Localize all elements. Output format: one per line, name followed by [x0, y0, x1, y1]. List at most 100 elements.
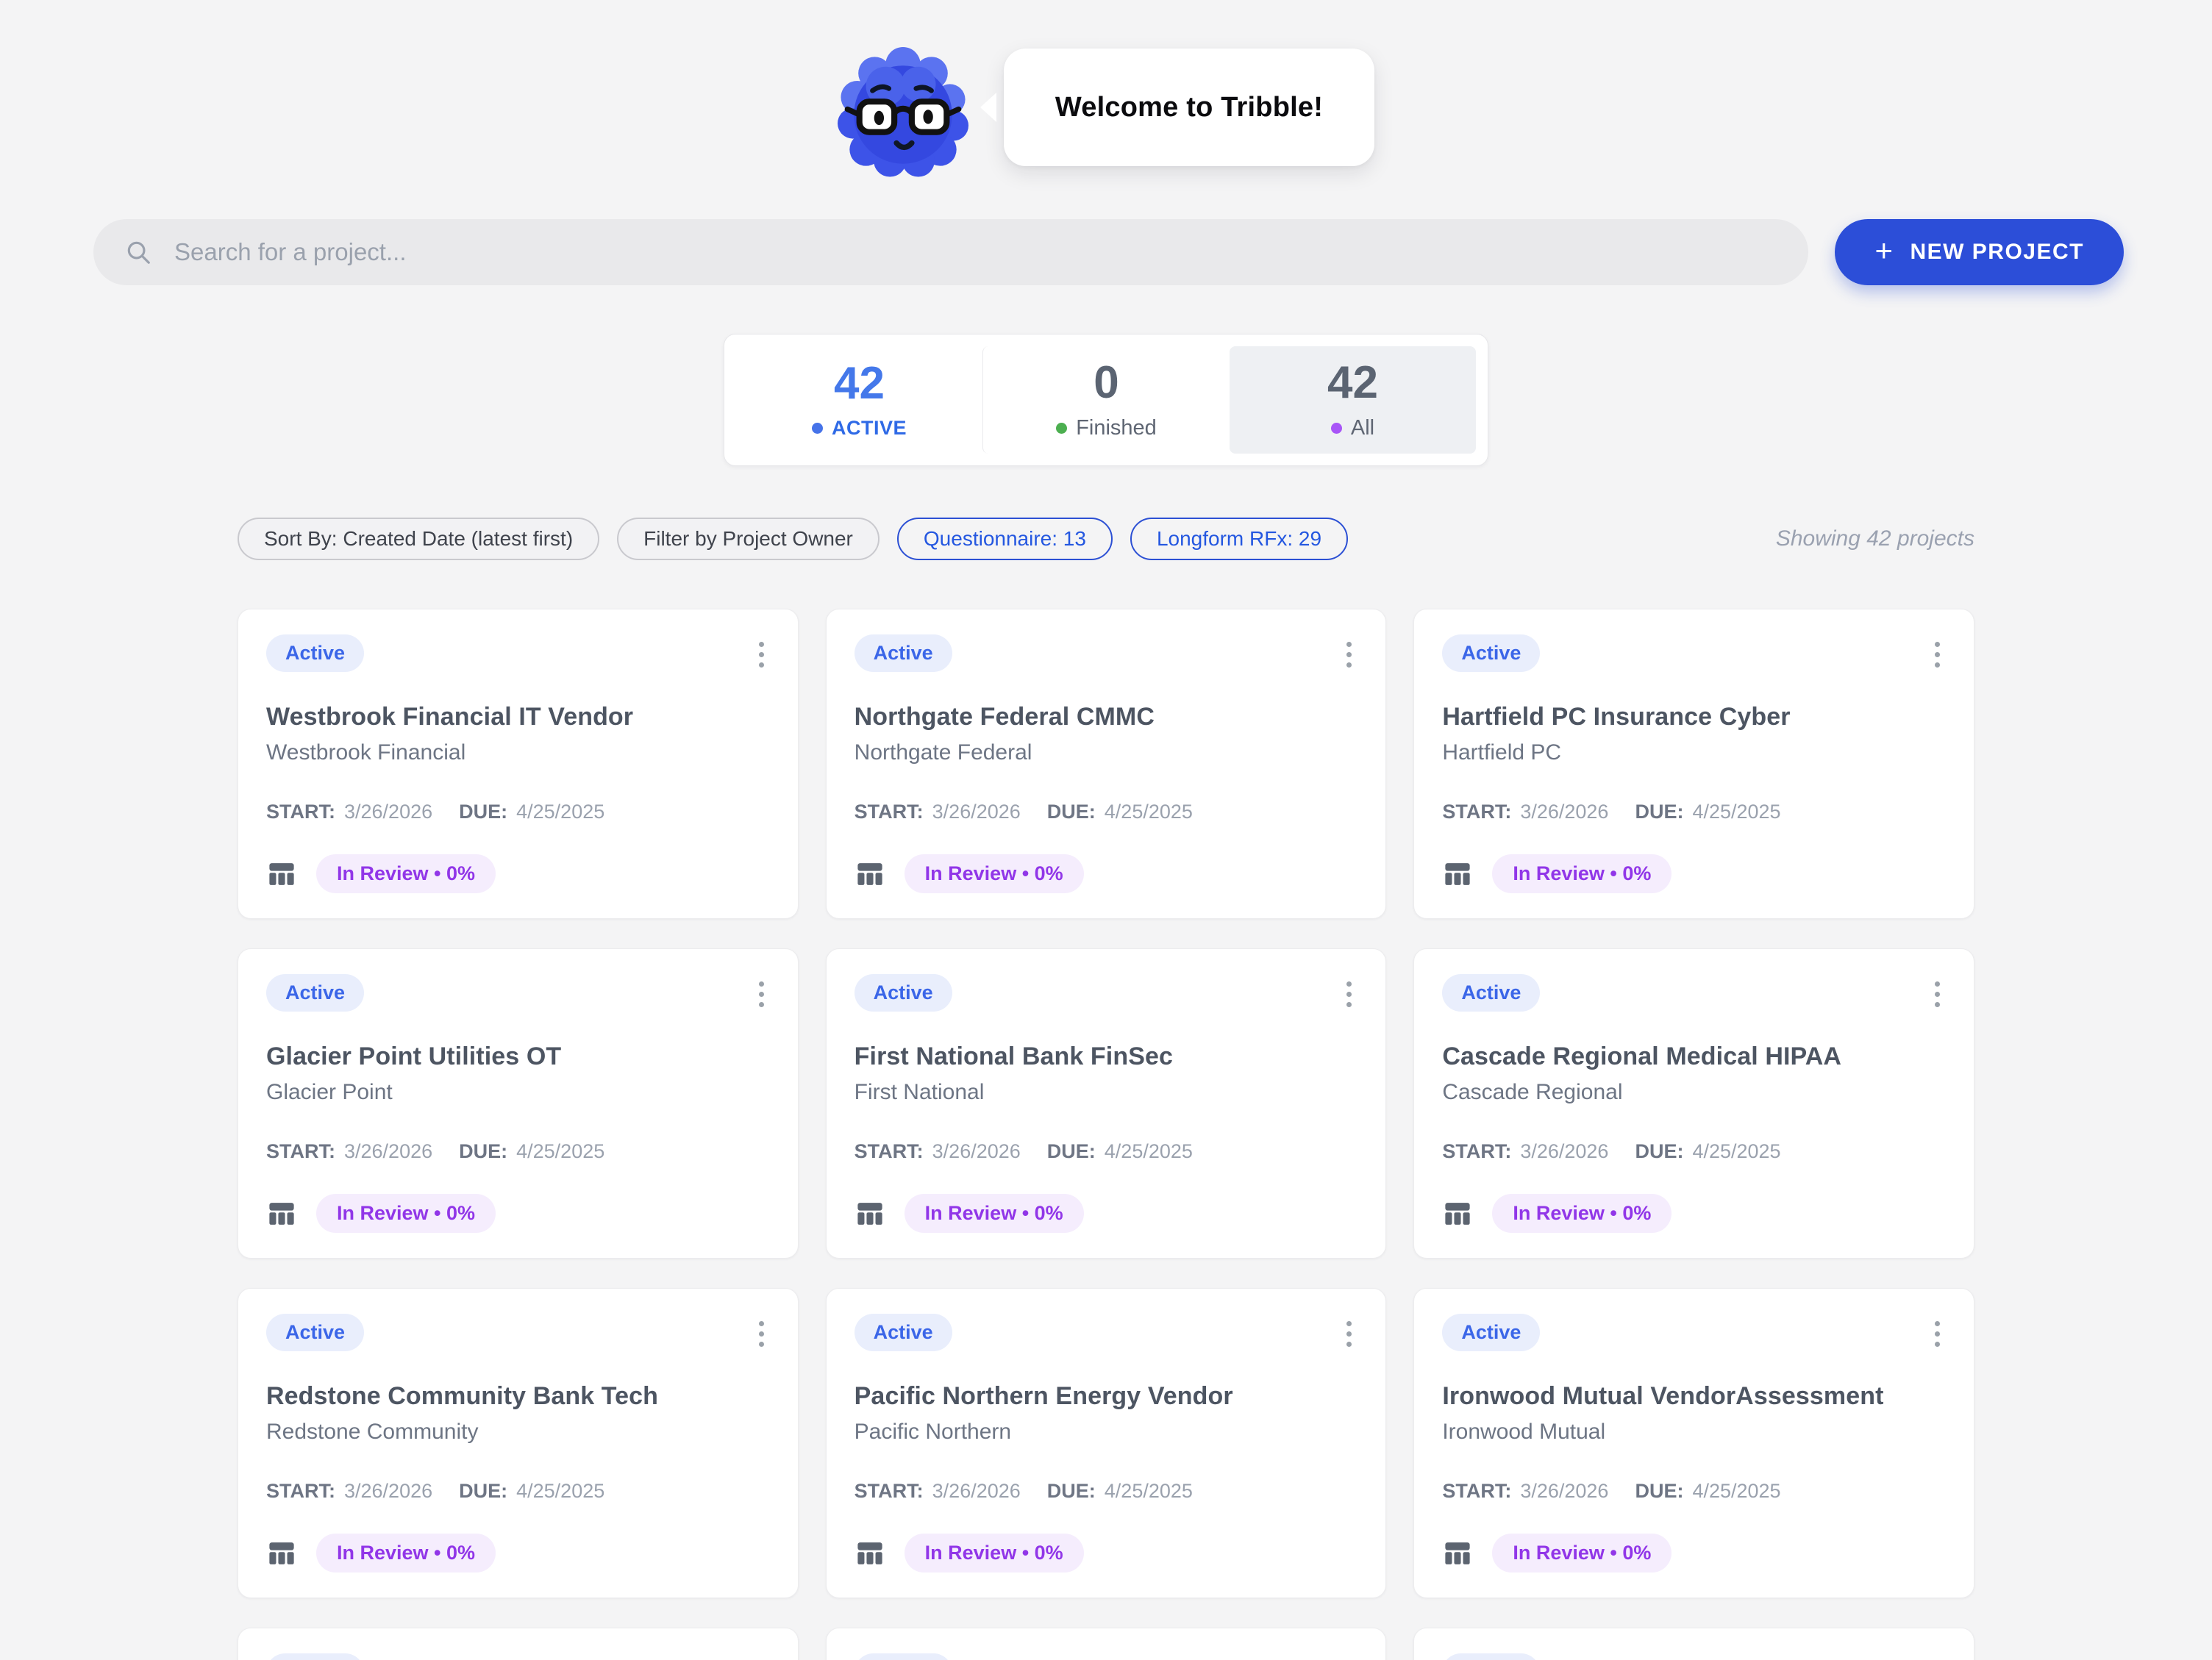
table-columns-icon[interactable]: [1442, 1538, 1473, 1569]
kebab-menu-icon[interactable]: [1929, 1653, 1946, 1660]
project-title: Redstone Community Bank Tech: [266, 1382, 770, 1411]
all-label: All: [1351, 416, 1374, 440]
search-row: + NEW PROJECT: [0, 176, 2212, 285]
project-card[interactable]: Active Granite Summit Capital InvestorDD…: [238, 1628, 799, 1660]
progress-pill: In Review • 0%: [905, 1534, 1084, 1573]
new-project-button[interactable]: + NEW PROJECT: [1835, 219, 2124, 285]
project-subtitle: Cascade Regional: [1442, 1080, 1946, 1105]
project-dates: START: 3/26/2026 DUE: 4/25/2025: [855, 1140, 1358, 1163]
due-date: 4/25/2025: [516, 801, 604, 823]
project-card[interactable]: Active Hartfield PC Insurance Cyber Hart…: [1413, 609, 1974, 919]
project-card[interactable]: Active Cheltenham Asset Management Chelt…: [826, 1628, 1387, 1660]
status-badge: Active: [855, 974, 952, 1012]
start-date: 3/26/2026: [1520, 1140, 1608, 1163]
welcome-speech-bubble: Welcome to Tribble!: [1004, 49, 1374, 166]
search-input[interactable]: [93, 219, 1808, 285]
project-title: Glacier Point Utilities OT: [266, 1042, 770, 1071]
showing-count: Showing 42 projects: [1776, 526, 1974, 551]
due-label: DUE:: [1047, 801, 1096, 823]
project-dates: START: 3/26/2026 DUE: 4/25/2025: [1442, 1480, 1946, 1503]
table-columns-icon[interactable]: [855, 1198, 885, 1229]
stat-finished[interactable]: 0 Finished: [982, 346, 1230, 454]
table-columns-icon[interactable]: [266, 1538, 297, 1569]
new-project-label: NEW PROJECT: [1910, 240, 2084, 265]
project-card[interactable]: Active Bluegrass Health Network Vendor B…: [1413, 1628, 1974, 1660]
due-date: 4/25/2025: [1692, 1140, 1780, 1163]
kebab-menu-icon[interactable]: [753, 1314, 770, 1354]
start-label: START:: [855, 1480, 924, 1503]
kebab-menu-icon[interactable]: [753, 974, 770, 1015]
project-card[interactable]: Active Cascade Regional Medical HIPAA Ca…: [1413, 948, 1974, 1259]
project-card[interactable]: Active Northgate Federal CMMC Northgate …: [826, 609, 1387, 919]
status-badge: Active: [1442, 634, 1540, 672]
longform-filter-button[interactable]: Longform RFx: 29: [1130, 518, 1348, 560]
project-title: Cascade Regional Medical HIPAA: [1442, 1042, 1946, 1071]
table-columns-icon[interactable]: [266, 1198, 297, 1229]
table-columns-icon[interactable]: [1442, 859, 1473, 890]
due-label: DUE:: [1047, 1480, 1096, 1503]
status-badge: Active: [1442, 1653, 1540, 1660]
kebab-menu-icon[interactable]: [1341, 1314, 1357, 1354]
stat-all[interactable]: 42 All: [1230, 346, 1476, 454]
table-columns-icon[interactable]: [266, 859, 297, 890]
finished-label: Finished: [1076, 416, 1157, 440]
table-columns-icon[interactable]: [855, 859, 885, 890]
active-dot-icon: [812, 423, 823, 434]
filter-owner-button[interactable]: Filter by Project Owner: [617, 518, 880, 560]
kebab-menu-icon[interactable]: [753, 634, 770, 675]
project-subtitle: Pacific Northern: [855, 1420, 1358, 1445]
project-card[interactable]: Active First National Bank FinSec First …: [826, 948, 1387, 1259]
project-grid: Active Westbrook Financial IT Vendor Wes…: [238, 609, 1974, 1660]
start-date: 3/26/2026: [1520, 1480, 1608, 1503]
start-label: START:: [855, 801, 924, 823]
status-badge: Active: [855, 634, 952, 672]
progress-pill: In Review • 0%: [316, 1194, 496, 1233]
project-card[interactable]: Active Pacific Northern Energy Vendor Pa…: [826, 1288, 1387, 1598]
project-title: First National Bank FinSec: [855, 1042, 1358, 1071]
kebab-menu-icon[interactable]: [1341, 974, 1357, 1015]
project-card[interactable]: Active Ironwood Mutual VendorAssessment …: [1413, 1288, 1974, 1598]
welcome-text: Welcome to Tribble!: [1055, 92, 1323, 124]
kebab-menu-icon[interactable]: [1341, 1653, 1357, 1660]
project-dates: START: 3/26/2026 DUE: 4/25/2025: [266, 801, 770, 823]
kebab-menu-icon[interactable]: [1929, 634, 1946, 675]
project-subtitle: Hartfield PC: [1442, 740, 1946, 765]
kebab-menu-icon[interactable]: [1929, 1314, 1946, 1354]
start-label: START:: [266, 1480, 335, 1503]
project-dates: START: 3/26/2026 DUE: 4/25/2025: [266, 1480, 770, 1503]
kebab-menu-icon[interactable]: [1929, 974, 1946, 1015]
sort-by-button[interactable]: Sort By: Created Date (latest first): [238, 518, 599, 560]
start-label: START:: [1442, 1480, 1511, 1503]
start-label: START:: [855, 1140, 924, 1163]
table-columns-icon[interactable]: [1442, 1198, 1473, 1229]
questionnaire-filter-button[interactable]: Questionnaire: 13: [897, 518, 1113, 560]
due-date: 4/25/2025: [1692, 1480, 1780, 1503]
due-date: 4/25/2025: [1105, 1480, 1193, 1503]
project-dates: START: 3/26/2026 DUE: 4/25/2025: [855, 801, 1358, 823]
status-badge: Active: [1442, 1314, 1540, 1351]
plus-icon: +: [1874, 235, 1894, 266]
project-card[interactable]: Active Westbrook Financial IT Vendor Wes…: [238, 609, 799, 919]
status-badge: Active: [266, 1653, 364, 1660]
kebab-menu-icon[interactable]: [753, 1653, 770, 1660]
start-label: START:: [266, 801, 335, 823]
status-badge: Active: [266, 974, 364, 1012]
table-columns-icon[interactable]: [855, 1538, 885, 1569]
finished-dot-icon: [1056, 423, 1067, 434]
project-card[interactable]: Active Redstone Community Bank Tech Reds…: [238, 1288, 799, 1598]
project-title: Westbrook Financial IT Vendor: [266, 703, 770, 731]
start-date: 3/26/2026: [932, 1480, 1021, 1503]
hero-header: Welcome to Tribble!: [0, 0, 2212, 176]
stat-active[interactable]: 42 ACTIVE: [736, 346, 982, 454]
project-title: Hartfield PC Insurance Cyber: [1442, 703, 1946, 731]
active-label: ACTIVE: [832, 417, 907, 440]
project-subtitle: First National: [855, 1080, 1358, 1105]
project-card[interactable]: Active Glacier Point Utilities OT Glacie…: [238, 948, 799, 1259]
status-badge: Active: [855, 1653, 952, 1660]
project-dates: START: 3/26/2026 DUE: 4/25/2025: [1442, 801, 1946, 823]
search-bar[interactable]: [93, 219, 1808, 285]
start-label: START:: [1442, 801, 1511, 823]
kebab-menu-icon[interactable]: [1341, 634, 1357, 675]
all-dot-icon: [1331, 423, 1342, 434]
start-date: 3/26/2026: [344, 1140, 432, 1163]
